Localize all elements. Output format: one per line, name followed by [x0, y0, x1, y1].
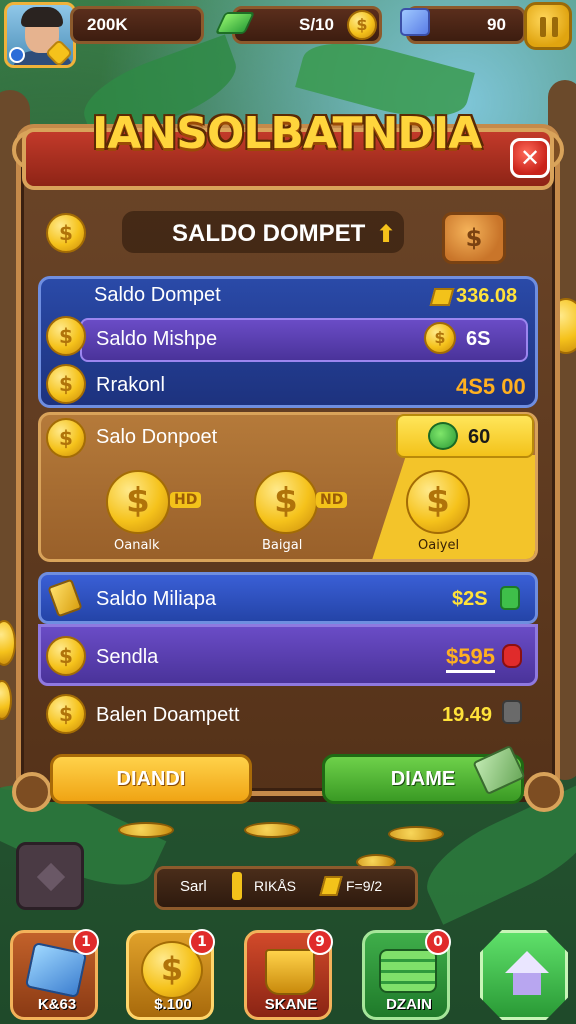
- close-icon: ✕: [519, 144, 541, 172]
- dock-bucket[interactable]: 9 SKANE: [244, 929, 333, 1020]
- reward-label: Salo Donpoet: [96, 426, 218, 448]
- sendla-label: Sendla: [96, 646, 159, 668]
- balance-dompett-value: 19.49: [442, 704, 493, 726]
- dock-cash[interactable]: 0 DZAIN: [362, 929, 451, 1020]
- pause-bar-icon: [540, 17, 546, 37]
- dock-label: DZAIN: [386, 996, 432, 1013]
- balance-row-label: Saldo Dompet: [94, 284, 221, 306]
- pause-button[interactable]: [524, 2, 572, 50]
- avatar-hair: [21, 7, 63, 27]
- stats-label-a: Sarl: [180, 878, 207, 895]
- dock-label: $.100: [154, 996, 192, 1013]
- secondary-coin-icon: $: [424, 322, 456, 354]
- miliapa-value: $2S: [452, 588, 488, 610]
- third-balance-value: 4S5 00: [456, 374, 526, 399]
- close-button[interactable]: ✕: [510, 138, 550, 178]
- bonus-pill[interactable]: [396, 414, 534, 458]
- stats-label-b: RIKÅS: [254, 878, 297, 894]
- coin-item-tag: HD: [170, 492, 202, 508]
- panel-title: IANSOLBATNDIA: [92, 108, 482, 159]
- reward-coin-item[interactable]: $ HD Oanalk: [104, 468, 214, 558]
- upgrade-arrow-icon: ⬆: [376, 220, 397, 248]
- row-coin-icon: $: [46, 316, 86, 356]
- reward-coin-item[interactable]: $ ND Baigal: [252, 468, 362, 558]
- header-coin-icon: $: [46, 213, 86, 253]
- diamond-shape-icon: [36, 862, 66, 892]
- dock-badge: 1: [73, 929, 99, 955]
- gift-box-icon: [400, 8, 430, 36]
- home-icon: [505, 951, 549, 973]
- row-coin-icon: $: [46, 694, 86, 734]
- coin-item-caption: Oanalk: [114, 538, 160, 553]
- stat-bar-icon: [232, 872, 242, 900]
- dock-coins[interactable]: $ 1 $.100: [126, 929, 215, 1020]
- coin-item-caption: Oaiyel: [418, 538, 460, 553]
- coin-counter-value: 200K: [87, 15, 128, 34]
- sendla-value: $595: [446, 644, 495, 673]
- panel-corner-ornament: [12, 772, 52, 812]
- level-dot-icon: [9, 47, 25, 63]
- secondary-balance-label: Saldo Mishpe: [96, 328, 218, 350]
- gem-counter[interactable]: S/10 $: [232, 6, 382, 44]
- big-coin-icon: $: [106, 470, 170, 534]
- big-coin-icon: $: [254, 470, 318, 534]
- inventory-tile[interactable]: [16, 842, 84, 910]
- coin-item-caption: Baigal: [262, 538, 303, 553]
- row-coin-icon: $: [46, 364, 86, 404]
- coin-counter[interactable]: 200K: [70, 6, 204, 44]
- diandi-button-label: DIANDI: [116, 767, 186, 790]
- dock-badge: 1: [189, 929, 215, 955]
- player-avatar[interactable]: [4, 2, 76, 68]
- cash-icon: [428, 422, 458, 450]
- header-label: SALDO DOMPET: [172, 220, 366, 247]
- gem-counter-value: S/10: [299, 15, 334, 34]
- bonus-value: 60: [468, 426, 491, 448]
- green-plus-icon: [500, 586, 520, 610]
- gray-slot-icon: [502, 700, 522, 724]
- dock-badge: 9: [307, 929, 333, 955]
- secondary-balance-value: 6S: [466, 328, 491, 350]
- row-coin-icon: $: [46, 636, 86, 676]
- dock-label: K&63: [37, 996, 77, 1013]
- coin-bucket-icon: [265, 949, 315, 995]
- floor-coin: [388, 826, 444, 842]
- money-bag-icon: $: [465, 224, 483, 252]
- cash-stack-icon: [379, 949, 437, 993]
- dock-badge: 0: [425, 929, 451, 955]
- home-icon-base: [513, 973, 541, 995]
- balance-row-value: 336.08: [456, 285, 518, 307]
- stats-label-c: F=9/2: [346, 878, 383, 894]
- wallet-bag-button[interactable]: $: [442, 212, 506, 264]
- gift-counter-value: 90: [487, 15, 506, 34]
- dock-gems[interactable]: 1 K&63: [10, 929, 99, 1020]
- reward-coin-item[interactable]: $ Oaiyel: [404, 468, 514, 558]
- dock-label: SKANE: [264, 996, 318, 1013]
- floor-coin: [244, 822, 300, 838]
- red-minus-icon: [502, 644, 522, 668]
- dock-home[interactable]: [480, 930, 568, 1020]
- panel-corner-ornament: [524, 772, 564, 812]
- pause-bar-icon: [552, 17, 558, 37]
- miliapa-label: Saldo Miliapa: [96, 588, 217, 610]
- row-coin-icon: $: [46, 418, 86, 458]
- gem-counter-coin-icon: $: [347, 10, 377, 40]
- diandi-button[interactable]: DIANDI: [50, 754, 252, 804]
- coin-item-tag: ND: [316, 492, 348, 508]
- diame-button-label: DIAME: [390, 767, 456, 790]
- balance-dompett-label: Balen Doampett: [96, 704, 240, 726]
- floor-coin: [118, 822, 174, 838]
- big-coin-icon: $: [406, 470, 470, 534]
- top-bar: 200K S/10 $ 90: [0, 0, 576, 68]
- third-balance-label: Rrakonl: [96, 374, 165, 396]
